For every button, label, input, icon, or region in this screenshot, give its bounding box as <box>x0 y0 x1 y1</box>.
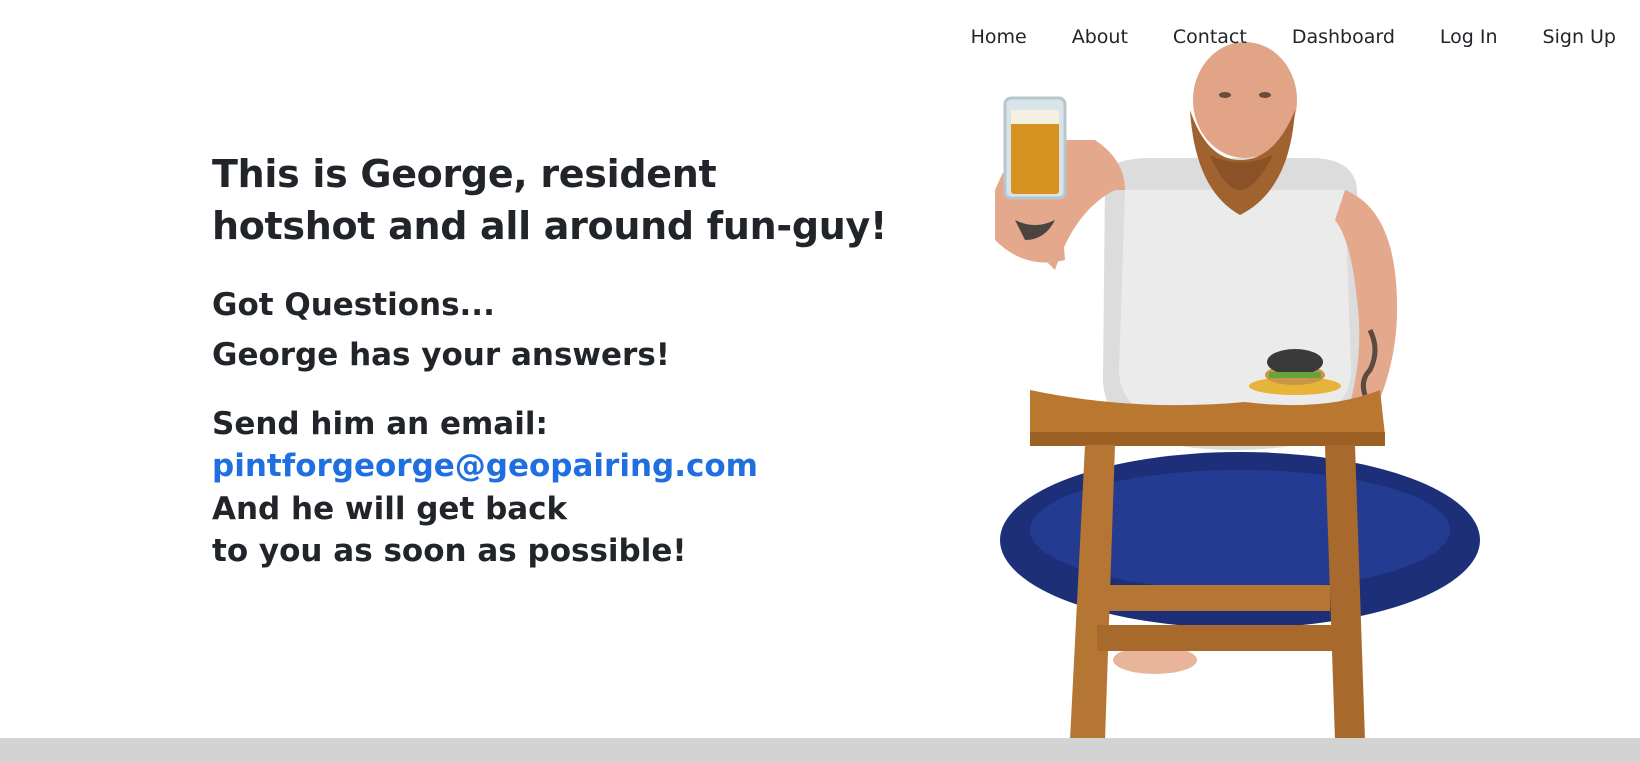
get-back-line-1: And he will get back <box>212 491 568 527</box>
questions-text: Got Questions... <box>212 287 495 323</box>
nav-about[interactable]: About <box>1072 22 1128 52</box>
nav-log-in[interactable]: Log In <box>1440 22 1498 52</box>
nav-contact[interactable]: Contact <box>1173 22 1247 52</box>
hero-text: This is George, resident hotshot and all… <box>212 148 912 572</box>
headline-line-2: hotshot and all around fun-guy! <box>212 204 888 248</box>
email-link[interactable]: pintforgeorge@geopairing.com <box>212 444 912 488</box>
headline-line-1: This is George, resident <box>212 152 717 196</box>
man-with-beer-photo <box>995 42 1480 740</box>
get-back-line-2: to you as soon as possible! <box>212 533 687 569</box>
nav-dashboard[interactable]: Dashboard <box>1292 22 1395 52</box>
nav-home[interactable]: Home <box>971 22 1027 52</box>
send-email-text: Send him an email: <box>212 406 548 442</box>
nav-sign-up[interactable]: Sign Up <box>1543 22 1616 52</box>
footer-band <box>0 738 1640 762</box>
answers-text: George has your answers! <box>212 337 670 373</box>
hero-headline: This is George, resident hotshot and all… <box>212 148 912 252</box>
page: Home About Contact Dashboard Log In Sign… <box>0 0 1640 762</box>
top-nav: Home About Contact Dashboard Log In Sign… <box>971 22 1616 52</box>
